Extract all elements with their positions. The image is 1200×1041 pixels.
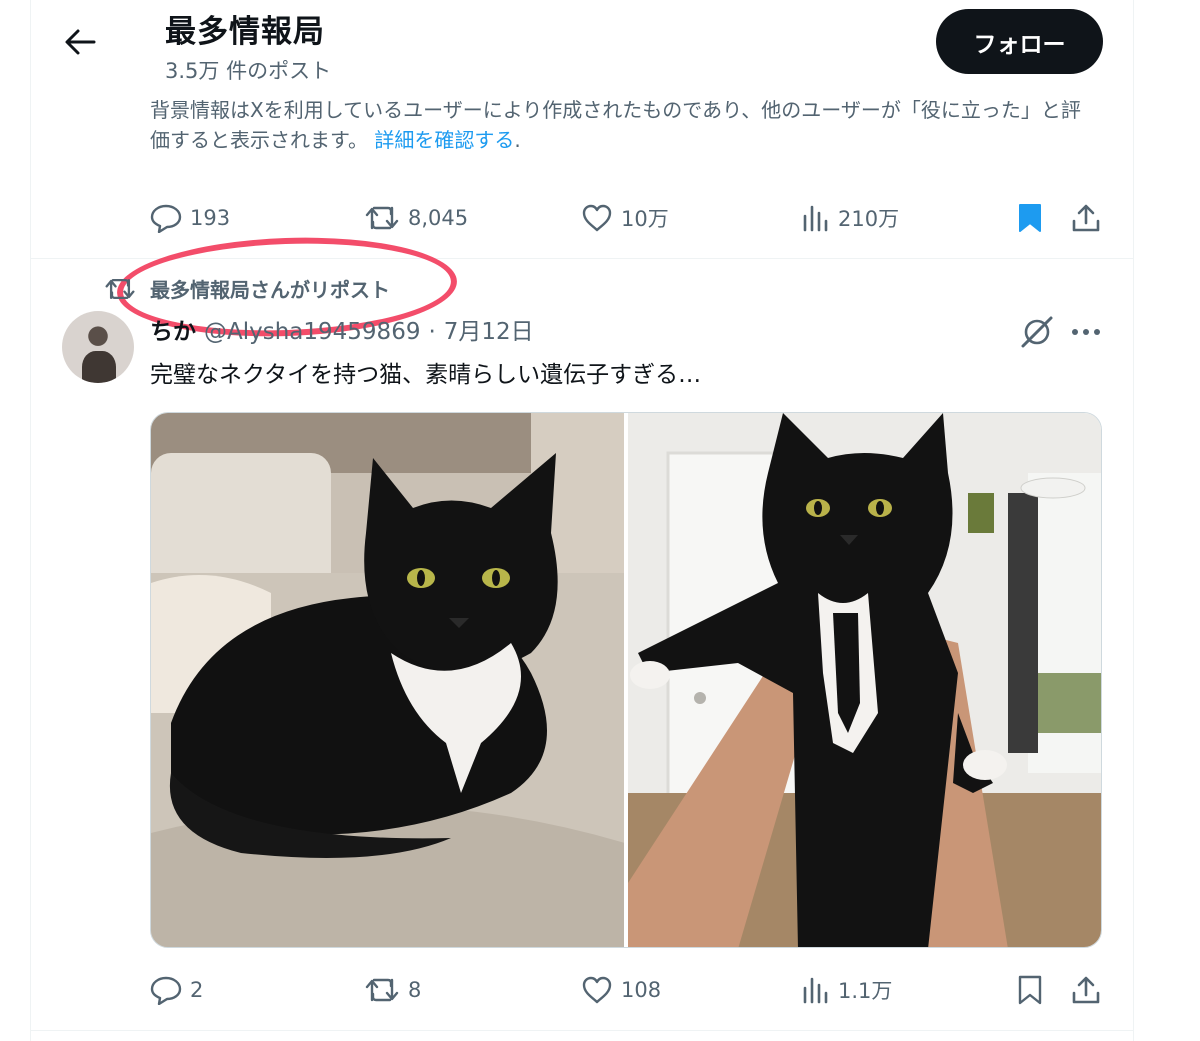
post-divider <box>30 1030 1134 1031</box>
cat-on-sofa-image <box>151 413 624 947</box>
view-count: 210万 <box>838 207 900 231</box>
repost-count: 8 <box>408 978 422 1002</box>
repost-icon <box>105 278 135 299</box>
reply-count: 193 <box>190 206 231 230</box>
heart-icon <box>582 976 612 1004</box>
bookmark-filled-icon <box>1019 204 1041 232</box>
author-handle[interactable]: @Alysha19459869 <box>204 319 420 345</box>
reply-icon <box>150 204 182 233</box>
grok-button[interactable] <box>1017 312 1057 352</box>
grok-icon <box>1021 316 1053 348</box>
like-count: 108 <box>621 978 662 1002</box>
like-count: 10万 <box>621 207 669 231</box>
share-button[interactable] <box>1071 196 1101 240</box>
back-button[interactable] <box>58 22 102 62</box>
note-text: 背景情報はXを利用しているユーザーにより作成されたものであり、他のユーザーが「役… <box>150 98 1081 152</box>
post-text: 完璧なネクタイを持つ猫、素晴らしい遺伝子すぎる… <box>150 362 702 388</box>
heart-icon <box>582 204 612 232</box>
reply-button[interactable]: 193 <box>150 196 230 240</box>
note-learn-more-link[interactable]: 詳細を確認する <box>374 128 514 152</box>
top-action-bar: 193 8,045 10万 210万 <box>0 196 1200 240</box>
more-options-button[interactable] <box>1066 312 1106 352</box>
separator-dot: · <box>428 319 436 345</box>
repost-banner[interactable]: 最多情報局さんがリポスト <box>104 274 390 303</box>
bar-chart-icon <box>803 205 828 232</box>
repost-icon <box>365 206 399 230</box>
views-button[interactable]: 210万 <box>802 196 899 240</box>
arrow-left-icon <box>65 29 96 55</box>
repost-count: 8,045 <box>408 206 469 230</box>
bar-chart-icon <box>803 977 828 1004</box>
like-button[interactable]: 10万 <box>581 196 669 240</box>
repost-banner-text: 最多情報局さんがリポスト <box>150 278 390 302</box>
cat-held-up-photo[interactable] <box>628 413 1101 947</box>
page-title: 最多情報局 <box>165 14 325 50</box>
note-suffix: . <box>514 128 521 152</box>
bookmark-icon <box>1018 975 1042 1005</box>
bookmark-button[interactable] <box>1017 196 1043 240</box>
post-count: 3.5万 件のポスト <box>165 59 332 83</box>
views-button[interactable]: 1.1万 <box>802 968 892 1012</box>
cat-held-up-image <box>628 413 1101 947</box>
share-icon <box>1072 976 1100 1004</box>
more-dots-icon <box>1072 329 1100 335</box>
avatar[interactable] <box>62 311 134 383</box>
reply-icon <box>150 976 182 1005</box>
reply-count: 2 <box>190 978 204 1002</box>
share-button[interactable] <box>1071 968 1101 1012</box>
repost-icon <box>365 978 399 1002</box>
community-note: 背景情報はXを利用しているユーザーにより作成されたものであり、他のユーザーが「役… <box>150 95 1100 155</box>
author-name[interactable]: ちか <box>150 312 196 346</box>
cat-on-sofa-photo[interactable] <box>151 413 624 947</box>
reply-button[interactable]: 2 <box>150 968 203 1012</box>
repost-button[interactable]: 8 <box>364 968 421 1012</box>
bookmark-button[interactable] <box>1017 968 1043 1012</box>
post-action-bar: 2 8 108 1.1万 <box>0 968 1200 1012</box>
share-icon <box>1072 204 1100 232</box>
post-media <box>150 412 1102 948</box>
repost-button[interactable]: 8,045 <box>364 196 468 240</box>
post-author-line: ちか @Alysha19459869 · 7月12日 <box>150 312 534 346</box>
view-count: 1.1万 <box>838 979 893 1003</box>
like-button[interactable]: 108 <box>581 968 661 1012</box>
follow-button[interactable]: フォロー <box>936 9 1103 74</box>
post-date[interactable]: 7月12日 <box>444 312 534 346</box>
